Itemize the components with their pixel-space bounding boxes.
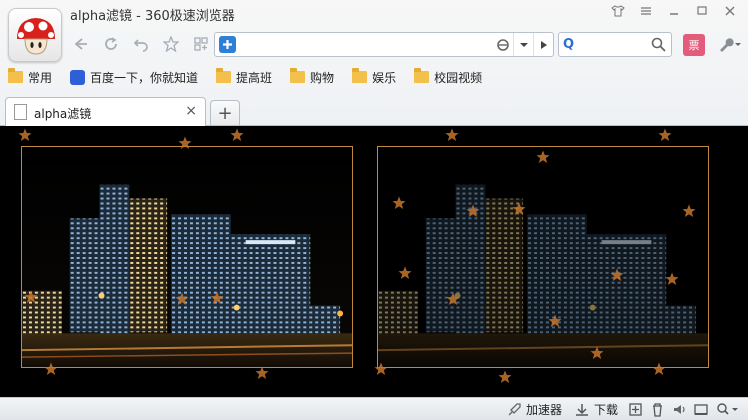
search-box[interactable]: Q: [558, 32, 672, 57]
trash-icon[interactable]: [649, 402, 665, 418]
bookmark-item[interactable]: 校园视频: [406, 66, 492, 88]
folder-icon: [414, 68, 430, 83]
tab-alpha[interactable]: alpha滤镜 ×: [5, 97, 206, 126]
bookmark-label: 购物: [310, 70, 335, 85]
star-sprite-icon: [665, 272, 679, 285]
star-sprite-icon: [230, 128, 244, 141]
tools-wrench-icon[interactable]: [714, 34, 744, 56]
star-sprite-icon: [658, 128, 672, 141]
bookmark-item[interactable]: 娱乐: [344, 66, 406, 88]
star-sprite-icon: [498, 370, 512, 383]
tab-bar: alpha滤镜 × +: [0, 95, 748, 126]
download-icon: [575, 403, 588, 416]
bookmark-item[interactable]: 常用: [0, 66, 62, 88]
apps-grid-icon[interactable]: [186, 31, 216, 57]
browser-logo[interactable]: [8, 8, 62, 62]
bookmark-label: 娱乐: [372, 70, 397, 85]
ticket-button[interactable]: 票: [683, 34, 705, 56]
close-icon[interactable]: [716, 2, 744, 20]
download-label: 下载: [593, 403, 618, 417]
search-icon[interactable]: [651, 37, 666, 52]
star-sprite-icon: [398, 266, 412, 279]
page-icon: [14, 104, 27, 120]
star-sprite-icon: [24, 290, 38, 303]
star-sprite-icon: [446, 292, 460, 305]
star-sprite-icon: [682, 204, 696, 217]
accelerator-button[interactable]: 加速器: [500, 401, 568, 418]
back-icon[interactable]: [66, 31, 96, 57]
city-night-photo: [22, 147, 352, 367]
star-sprite-icon: [590, 346, 604, 359]
go-icon[interactable]: [533, 33, 553, 56]
star-sprite-icon: [652, 362, 666, 375]
tab-close-icon[interactable]: ×: [185, 103, 197, 119]
city-night-photo-faded: [378, 147, 708, 367]
bookmark-label: 常用: [28, 70, 53, 85]
window-title: alpha滤镜 - 360极速浏览器: [70, 9, 235, 24]
new-tab-button[interactable]: +: [210, 100, 240, 125]
maximize-icon[interactable]: [688, 2, 716, 20]
star-sprite-icon: [44, 362, 58, 375]
address-bar[interactable]: [214, 32, 554, 57]
bookmark-label: 百度一下，你就知道: [90, 70, 199, 85]
navigation-buttons: [66, 31, 216, 57]
star-sprite-icon: [178, 136, 192, 149]
refresh-icon[interactable]: [96, 31, 126, 57]
baidu-paw-icon: [70, 69, 86, 85]
undo-close-icon[interactable]: [126, 31, 156, 57]
dropdown-icon[interactable]: [513, 33, 533, 56]
star-sprite-icon: [392, 196, 406, 209]
star-sprite-icon: [374, 362, 388, 375]
search-engine-icon[interactable]: Q: [563, 37, 574, 52]
star-sprite-icon: [175, 292, 189, 305]
tab-label: alpha滤镜: [34, 107, 92, 121]
folder-icon: [352, 68, 368, 83]
star-sprite-icon: [255, 366, 269, 379]
star-sprite-icon: [548, 314, 562, 327]
menu-icon[interactable]: [632, 2, 660, 20]
folder-icon: [216, 68, 232, 83]
skin-icon[interactable]: [604, 2, 632, 20]
star-sprite-icon: [536, 150, 550, 163]
bookmark-label: 校园视频: [434, 70, 483, 85]
star-sprite-icon: [466, 204, 480, 217]
photo-original: [21, 146, 353, 368]
status-bar: 加速器 下载: [0, 397, 748, 420]
page-content: [0, 126, 748, 397]
browser-chrome: alpha滤镜 - 360极速浏览器 Q 票 常用 百度一下，你就知道 提高班 …: [0, 0, 748, 126]
star-sprite-icon: [445, 128, 459, 141]
folder-icon: [290, 68, 306, 83]
zoom-icon[interactable]: [715, 402, 741, 418]
star-sprite-icon: [18, 128, 32, 141]
star-sprite-icon: [512, 202, 526, 215]
star-sprite-icon: [610, 268, 624, 281]
screenshot-icon[interactable]: [627, 402, 643, 418]
rocket-icon: [508, 402, 521, 415]
bookmarks-bar: 常用 百度一下，你就知道 提高班 购物 娱乐 校园视频: [0, 66, 492, 88]
volume-icon[interactable]: [671, 402, 687, 418]
window-mode-icon[interactable]: [693, 402, 709, 418]
ie-mode-icon[interactable]: [493, 33, 513, 56]
security-shield-icon: [219, 36, 236, 53]
bookmark-item[interactable]: 百度一下，你就知道: [62, 66, 208, 88]
photo-alpha-filtered: [377, 146, 709, 368]
bookmark-label: 提高班: [236, 70, 273, 85]
favorite-star-icon[interactable]: [156, 31, 186, 57]
folder-icon: [8, 68, 23, 83]
star-sprite-icon: [210, 291, 224, 304]
window-controls: [604, 2, 744, 20]
minimize-icon[interactable]: [660, 2, 688, 20]
bookmark-item[interactable]: 提高班: [208, 66, 282, 88]
download-button[interactable]: 下载: [568, 401, 624, 418]
bookmark-item[interactable]: 购物: [282, 66, 344, 88]
accelerator-label: 加速器: [525, 403, 562, 417]
mushroom-logo-icon: [17, 18, 55, 55]
